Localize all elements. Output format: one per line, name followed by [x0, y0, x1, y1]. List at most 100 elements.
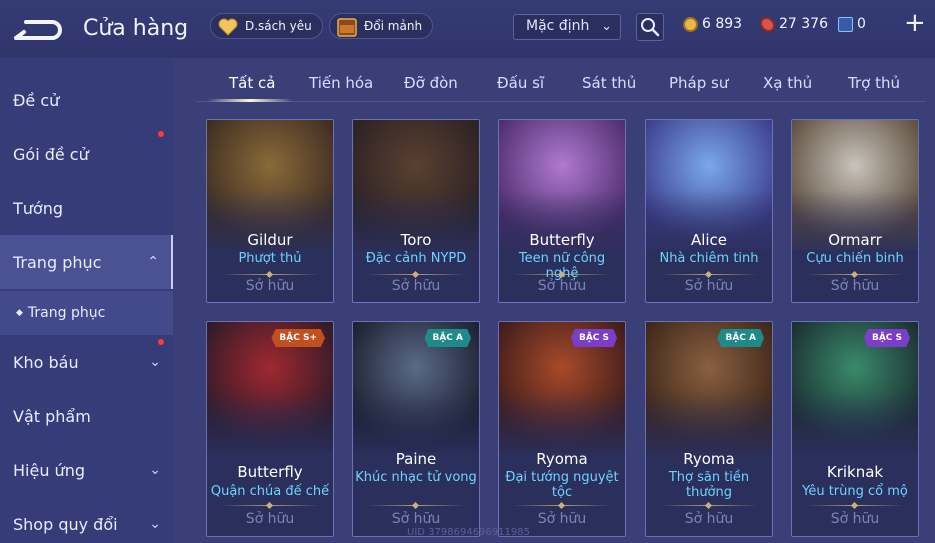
hero-name: Toro — [400, 231, 432, 249]
hero-name: Butterfly — [529, 231, 595, 249]
hero-name: Paine — [395, 450, 437, 468]
top-bar: Cửa hàng D.sách yêu Đổi mảnh Mặc định ⌄ … — [0, 0, 935, 58]
sidebar-item-label: Shop quy đổi — [13, 514, 118, 534]
favorites-button[interactable]: D.sách yêu — [210, 13, 323, 39]
sidebar-item-label: Trang phục — [27, 305, 106, 321]
tab-all[interactable]: Tất cả — [229, 74, 275, 92]
chevron-down-icon: ⌄ — [601, 19, 612, 34]
treasure-chest-icon — [337, 18, 357, 37]
owned-status: Sở hữu — [245, 278, 295, 294]
skin-card[interactable]: BẬC S+ Butterfly Quận chúa đế chế Sở hữu — [206, 321, 334, 537]
user-id-text: UID 3798694696911985 — [407, 527, 530, 538]
sidebar-subitem-skins[interactable]: ◆ Trang phục — [0, 291, 173, 335]
sidebar-item-label: Kho báu — [13, 352, 79, 372]
search-icon — [641, 18, 660, 37]
sidebar-item-recommended[interactable]: Đề cử — [0, 73, 173, 127]
hero-name: Alice — [690, 231, 728, 249]
skin-card[interactable]: Alice Nhà chiêm tinh Sở hữu — [645, 119, 773, 303]
sidebar-item-label: Đề cử — [13, 90, 60, 110]
skin-card[interactable]: BẬC A Ryoma Thợ săn tiền thưởng Sở hữu — [645, 321, 773, 537]
voucher-amount: 27 376 — [779, 16, 828, 32]
tab-assassin[interactable]: Sát thủ — [582, 74, 636, 92]
heart-icon — [218, 18, 238, 36]
page-title: Cửa hàng — [83, 16, 189, 41]
owned-status: Sở hữu — [537, 511, 587, 527]
active-tab-indicator — [207, 99, 293, 102]
sidebar-item-effects[interactable]: Hiệu ứng ⌄ — [0, 443, 173, 497]
diamond-ornament-icon — [265, 270, 274, 279]
notification-dot — [158, 339, 164, 345]
tab-marksman[interactable]: Xạ thủ — [763, 74, 812, 92]
category-tabs: Tất cả Tiến hóa Đỡ đòn Đấu sĩ Sát thủ Ph… — [196, 58, 935, 104]
add-currency-button[interactable]: + — [904, 10, 926, 36]
ticket-icon — [838, 16, 853, 32]
tab-support[interactable]: Trợ thủ — [848, 74, 900, 92]
owned-status: Sở hữu — [391, 278, 441, 294]
tier-badge: BẬC A — [424, 329, 471, 347]
sidebar-item-label: Trang phục — [13, 252, 102, 272]
diamond-ornament-icon — [411, 501, 420, 510]
diamond-ornament-icon — [557, 501, 566, 510]
tab-tank[interactable]: Đỡ đòn — [404, 74, 458, 92]
chevron-down-icon: ⌄ — [149, 354, 161, 370]
sidebar-item-items[interactable]: Vật phẩm — [0, 389, 173, 443]
hero-name: Ryoma — [683, 450, 735, 468]
tier-badge: BẬC S — [863, 329, 910, 347]
diamond-ornament-icon — [704, 501, 713, 510]
diamond-ornament-icon — [850, 270, 859, 279]
tier-badge: BẬC S+ — [271, 329, 325, 347]
tabs-divider — [196, 101, 926, 102]
skin-name: Thợ săn tiền thưởng — [668, 470, 750, 500]
skin-name: Quận chúa đế chế — [210, 484, 330, 499]
tab-fighter[interactable]: Đấu sĩ — [497, 74, 544, 92]
hero-name: Butterfly — [237, 463, 303, 481]
artwork-fade — [792, 392, 918, 472]
owned-status: Sở hữu — [391, 511, 441, 527]
owned-status: Sở hữu — [830, 511, 880, 527]
diamond-ornament-icon — [850, 501, 859, 510]
search-button[interactable] — [636, 13, 664, 41]
skin-card[interactable]: BẬC S Kriknak Yêu trùng cổ mộ Sở hữu — [791, 321, 919, 537]
owned-status: Sở hữu — [830, 278, 880, 294]
diamond-ornament-icon — [704, 270, 713, 279]
sidebar-item-skins[interactable]: Trang phục ⌃ — [0, 235, 173, 289]
chevron-down-icon: ⌄ — [149, 516, 161, 532]
skin-card[interactable]: Gildur Phượt thủ Sở hữu — [206, 119, 334, 303]
exchange-fragments-button[interactable]: Đổi mảnh — [329, 13, 434, 39]
sidebar-item-treasure[interactable]: Kho báu ⌄ — [0, 335, 173, 389]
hero-name: Ormarr — [828, 231, 882, 249]
skin-card[interactable]: Toro Đặc cảnh NYPD Sở hữu — [352, 119, 480, 303]
sidebar-item-label: Hiệu ứng — [13, 460, 85, 480]
sidebar-item-label: Vật phẩm — [13, 406, 91, 426]
artwork-fade — [207, 392, 333, 472]
back-arrow-icon[interactable] — [12, 18, 64, 42]
favorites-label: D.sách yêu — [245, 19, 312, 33]
owned-status: Sở hữu — [684, 511, 734, 527]
sort-dropdown[interactable]: Mặc định ⌄ — [513, 14, 621, 40]
sidebar-item-label: Tướng — [13, 198, 63, 218]
skin-name: Nhà chiêm tinh — [659, 251, 759, 266]
skin-name: Đại tướng nguyệt tộc — [505, 470, 619, 500]
exchange-label: Đổi mảnh — [364, 19, 423, 33]
sidebar-item-label: Gói đề cử — [13, 144, 89, 164]
sidebar-item-heroes[interactable]: Tướng — [0, 181, 173, 235]
ticket-amount: 0 — [857, 16, 866, 32]
diamond-ornament-icon — [411, 270, 420, 279]
voucher-icon — [760, 16, 775, 32]
skin-card[interactable]: BẬC S Ryoma Đại tướng nguyệt tộc Sở hữu — [498, 321, 626, 537]
skin-card[interactable]: Ormarr Cựu chiến binh Sở hữu — [791, 119, 919, 303]
skin-card[interactable]: BẬC A Paine Khúc nhạc tử vong Sở hữu — [352, 321, 480, 537]
sidebar-item-recommended-packs[interactable]: Gói đề cử — [0, 127, 173, 181]
sidebar-item-exchange-shop[interactable]: Shop quy đổi ⌄ — [0, 497, 173, 543]
voucher-currency: 27 376 — [760, 16, 828, 32]
skin-name: Phượt thủ — [238, 251, 302, 266]
tier-badge: BẬC A — [717, 329, 764, 347]
sort-value: Mặc định — [526, 18, 590, 34]
ticket-currency: 0 — [838, 16, 866, 32]
owned-status: Sở hữu — [684, 278, 734, 294]
tier-badge: BẬC S — [570, 329, 617, 347]
skin-card[interactable]: ButterflyTeen nữ công nghệSở hữu — [498, 119, 626, 303]
tab-mage[interactable]: Pháp sư — [669, 74, 728, 92]
sidebar: Đề cử Gói đề cử Tướng Trang phục ⌃ ◆ Tra… — [0, 58, 173, 543]
tab-evolution[interactable]: Tiến hóa — [309, 74, 373, 92]
